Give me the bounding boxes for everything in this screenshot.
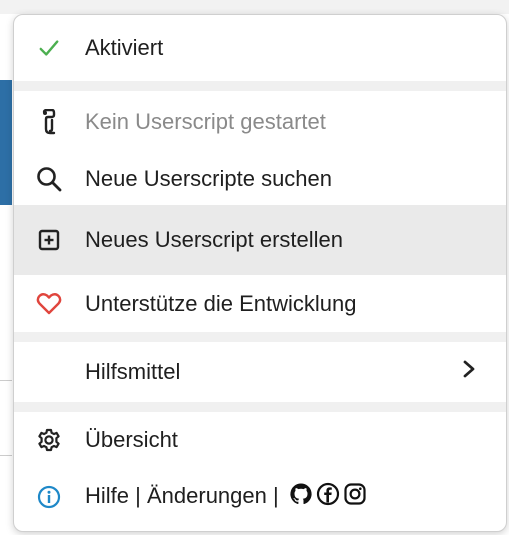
github-icon[interactable] (289, 482, 313, 512)
instagram-icon[interactable] (343, 482, 367, 512)
menu-item-label: Hilfsmittel (85, 359, 181, 384)
menu-item-label: Aktiviert (85, 35, 164, 60)
footer-links: Hilfe | Änderungen | (85, 482, 367, 512)
changes-link[interactable]: Änderungen (147, 483, 267, 508)
menu-item-create-script[interactable]: Neues Userscript erstellen (14, 205, 506, 275)
menu-item-support[interactable]: Unterstütze die Entwicklung (14, 275, 506, 332)
facebook-icon[interactable] (316, 482, 340, 512)
menu-item-label: Übersicht (85, 427, 178, 452)
menu-item-label: Unterstütze die Entwicklung (85, 290, 357, 316)
menu-item-label: Kein Userscript gestartet (85, 109, 326, 134)
background-divider (0, 455, 12, 456)
footer-separator: | (135, 482, 141, 508)
menu-separator (14, 402, 506, 412)
info-icon (36, 484, 62, 510)
search-icon (36, 166, 62, 192)
script-icon (36, 109, 62, 135)
help-link[interactable]: Hilfe (85, 483, 129, 508)
social-links (289, 482, 367, 512)
gear-icon (36, 427, 62, 453)
menu-item-no-script: Kein Userscript gestartet (14, 91, 506, 153)
menu-item-label: Neues Userscript erstellen (85, 227, 343, 252)
menu-footer-links: Hilfe | Änderungen | (14, 468, 506, 526)
plus-box-icon (36, 227, 62, 253)
menu-item-overview[interactable]: Übersicht (14, 412, 506, 468)
heart-icon (36, 291, 62, 317)
menu-item-utilities[interactable]: Hilfsmittel (14, 342, 506, 402)
menu-item-label: Neue Userscripte suchen (85, 166, 333, 191)
menu-separator (14, 332, 506, 342)
background-divider (0, 380, 12, 381)
menu-separator (14, 81, 506, 91)
chevron-right-icon (462, 359, 476, 385)
menu-item-search-scripts[interactable]: Neue Userscripte suchen (14, 153, 506, 205)
background-page (0, 0, 509, 14)
menu-item-activated[interactable]: Aktiviert (14, 15, 506, 81)
checkmark-icon (36, 35, 62, 61)
footer-separator: | (273, 482, 279, 508)
background-accent-bar (0, 80, 12, 205)
extension-popup-menu: Aktiviert Kein Userscript gestartet Neue… (13, 14, 507, 532)
